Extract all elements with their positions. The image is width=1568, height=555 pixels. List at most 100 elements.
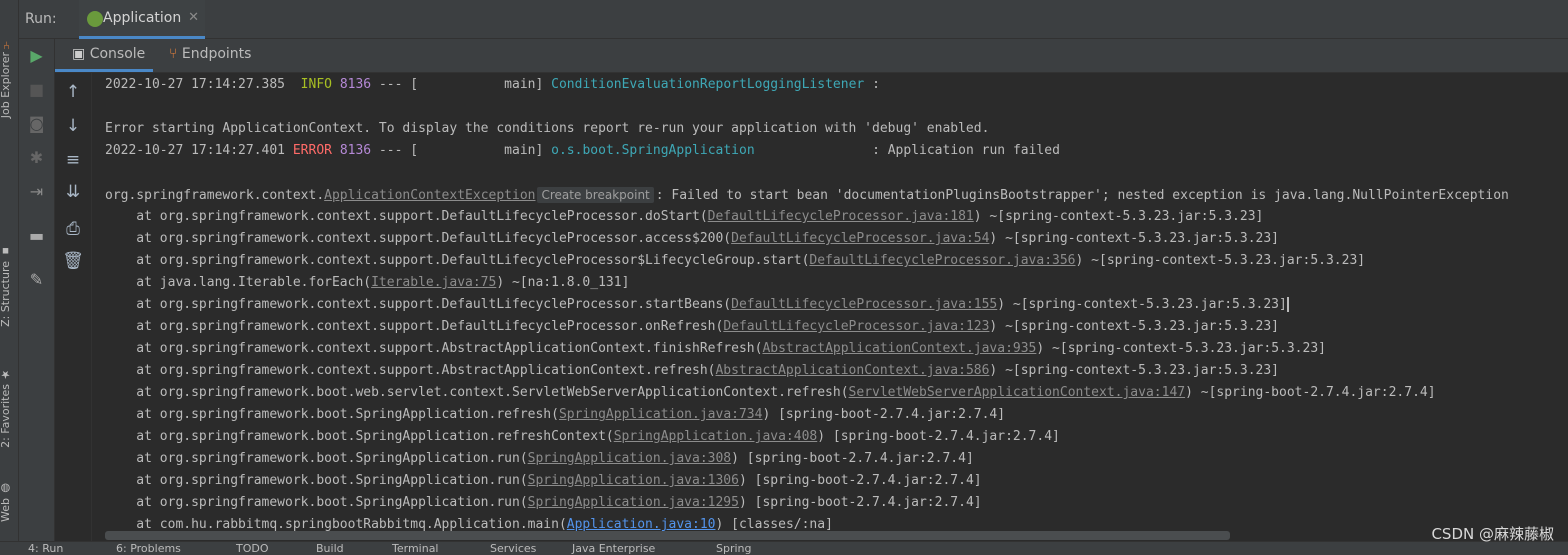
structure-tab[interactable]: Z: Structure ▪ <box>0 245 12 327</box>
stack-tail: ) ~[spring-context-5.3.23.jar:5.3.23] <box>1075 253 1366 268</box>
stack-call: at org.springframework.boot.SpringApplic… <box>105 451 528 466</box>
soft-wrap-icon[interactable]: ≡ <box>55 147 91 173</box>
bottom-tab[interactable]: TODO <box>236 542 269 555</box>
stack-tail: ) ~[na:1.8.0_131] <box>496 275 630 290</box>
stop-icon[interactable]: ■ <box>19 78 54 102</box>
bottom-tab[interactable]: Build <box>316 542 344 555</box>
stack-call: at org.springframework.context.support.D… <box>105 231 732 246</box>
tab-console-label: Console <box>89 46 146 62</box>
tab-endpoints-label: Endpoints <box>181 46 252 62</box>
source-link[interactable]: SpringApplication.java:734 <box>559 407 763 422</box>
source-link[interactable]: SpringApplication.java:408 <box>614 429 818 444</box>
stack-tail: ) ~[spring-boot-2.7.4.jar:2.7.4] <box>1185 385 1436 400</box>
source-link[interactable]: SpringApplication.java:308 <box>528 451 732 466</box>
stack-tail: ) ~[spring-context-5.3.23.jar:5.3.23] <box>1036 341 1326 356</box>
scroll-to-end-icon[interactable]: ⇊ <box>55 179 91 205</box>
text-cursor <box>1286 297 1289 312</box>
log-level: INFO <box>300 77 332 92</box>
arrow-down-icon[interactable]: ↓ <box>55 113 91 139</box>
create-breakpoint-tooltip[interactable]: Create breakpoint <box>537 187 654 203</box>
bottom-tab[interactable]: Terminal <box>392 542 439 555</box>
stack-call: at org.springframework.context.support.D… <box>105 253 810 268</box>
arrow-up-icon[interactable]: ↑ <box>55 79 91 105</box>
source-link[interactable]: AbstractApplicationContext.java:935 <box>762 341 1036 356</box>
application-run-tab[interactable]: Application ✕ <box>79 0 205 39</box>
stack-tail: ) ~[spring-context-5.3.23.jar:5.3.23] <box>989 319 1280 334</box>
exception-package: org.springframework.context. <box>105 188 325 203</box>
log-thread: --- [ main] <box>378 143 544 158</box>
source-link[interactable]: AbstractApplicationContext.java:586 <box>715 363 989 378</box>
stack-call: at org.springframework.context.support.A… <box>105 341 763 356</box>
endpoints-icon: ⑂ <box>169 46 178 62</box>
stack-frame: at org.springframework.context.support.D… <box>105 294 1289 316</box>
log-message: : Application run failed <box>872 143 1060 158</box>
structure-icon: ▪ <box>0 245 12 258</box>
bottom-tab[interactable]: Spring <box>716 542 752 555</box>
source-link[interactable]: DefaultLifecycleProcessor.java:155 <box>731 297 997 312</box>
source-link[interactable]: Application.java:10 <box>567 517 716 532</box>
source-link[interactable]: SpringApplication.java:1295 <box>528 495 739 510</box>
print-icon[interactable]: ⎙ <box>55 216 91 242</box>
stack-frame: at java.lang.Iterable.forEach(Iterable.j… <box>105 272 629 294</box>
bottom-tab[interactable]: 6: Problems <box>116 542 181 555</box>
exception-class-link[interactable]: ApplicationContextException <box>324 188 535 203</box>
stack-frame: at org.springframework.boot.SpringApplic… <box>105 426 1060 448</box>
stack-frame: at org.springframework.boot.SpringApplic… <box>105 448 974 470</box>
exception-line: org.springframework.context.ApplicationC… <box>105 184 1509 206</box>
log-line: Error starting ApplicationContext. To di… <box>105 121 990 136</box>
bottom-tab[interactable]: 4: Run <box>28 542 63 555</box>
stack-call: at java.lang.Iterable.forEach( <box>105 275 372 290</box>
bottom-tab[interactable]: Java Enterprise <box>572 542 655 555</box>
log-logger: ConditionEvaluationReportLoggingListener <box>551 77 865 92</box>
log-padding <box>755 143 872 158</box>
console-output: 2022-10-27 17:14:27.385 INFO 8136 --- [ … <box>105 74 1560 542</box>
job-explorer-label: Job Explorer <box>0 52 12 119</box>
log-timestamp: 2022-10-27 17:14:27.401 <box>105 143 286 158</box>
stack-call: at org.springframework.context.support.D… <box>105 209 708 224</box>
debug-icon[interactable]: ✱ <box>19 146 54 170</box>
tab-endpoints[interactable]: ⑂ Endpoints <box>169 39 251 69</box>
source-link[interactable]: SpringApplication.java:1306 <box>528 473 739 488</box>
stack-tail: ) [spring-boot-2.7.4.jar:2.7.4] <box>762 407 1006 422</box>
stack-tail: ) ~[spring-context-5.3.23.jar:5.3.23] <box>989 363 1280 378</box>
stack-call: at com.hu.rabbitmq.springbootRabbitmq.Ap… <box>105 517 567 532</box>
stack-tail: ) [spring-boot-2.7.4.jar:2.7.4] <box>738 495 982 510</box>
web-label: Web <box>0 498 12 522</box>
stack-frame: at org.springframework.boot.web.servlet.… <box>105 382 1436 404</box>
stack-frame: at org.springframework.context.support.D… <box>105 206 1263 228</box>
stack-call: at org.springframework.boot.SpringApplic… <box>105 429 614 444</box>
console-toolbar: ↑ ↓ ≡ ⇊ ⎙ 🗑 <box>55 73 92 543</box>
layout-icon[interactable]: ▬ <box>19 224 54 248</box>
log-thread: --- [ main] <box>378 77 544 92</box>
source-link[interactable]: ServletWebServerApplicationContext.java:… <box>849 385 1186 400</box>
horizontal-scrollbar[interactable] <box>105 531 1230 540</box>
bottom-tab[interactable]: Services <box>490 542 536 555</box>
stack-frame: at org.springframework.boot.SpringApplic… <box>105 492 982 514</box>
source-link[interactable]: DefaultLifecycleProcessor.java:181 <box>708 209 974 224</box>
tab-console[interactable]: ▣ Console <box>55 39 153 72</box>
source-link[interactable]: DefaultLifecycleProcessor.java:123 <box>723 319 989 334</box>
job-explorer-tab[interactable]: Job Explorer ⑂ <box>0 38 12 118</box>
stack-tail: ) [spring-boot-2.7.4.jar:2.7.4] <box>738 473 982 488</box>
source-link[interactable]: DefaultLifecycleProcessor.java:356 <box>809 253 1075 268</box>
log-pid: 8136 <box>339 143 372 158</box>
run-toolbar: Run: Application ✕ <box>19 0 1568 39</box>
star-icon: ★ <box>0 368 12 381</box>
web-tab[interactable]: Web ◍ <box>0 482 12 522</box>
source-link[interactable]: DefaultLifecycleProcessor.java:54 <box>731 231 989 246</box>
rerun-icon[interactable]: ▶ <box>19 44 54 68</box>
stack-frame: at org.springframework.boot.SpringApplic… <box>105 404 1005 426</box>
favorites-tab[interactable]: 2: Favorites ★ <box>0 368 12 448</box>
close-icon[interactable]: ✕ <box>188 10 199 25</box>
pin-icon[interactable]: ✎ <box>19 268 54 292</box>
trash-icon[interactable]: 🗑 <box>55 248 91 274</box>
stack-frame: at org.springframework.context.support.D… <box>105 250 1365 272</box>
left-tool-strip: Job Explorer ⑂ Z: Structure ▪ 2: Favorites… <box>0 0 19 554</box>
camera-icon[interactable]: ◙ <box>19 112 54 136</box>
exit-icon[interactable]: ⇥ <box>19 180 54 204</box>
stack-tail: ) [spring-boot-2.7.4.jar:2.7.4] <box>731 451 974 466</box>
favorites-label: 2: Favorites <box>0 384 12 448</box>
log-line: 2022-10-27 17:14:27.385 INFO 8136 --- [ … <box>105 74 880 96</box>
log-pid: 8136 <box>339 77 372 92</box>
source-link[interactable]: Iterable.java:75 <box>371 275 496 290</box>
